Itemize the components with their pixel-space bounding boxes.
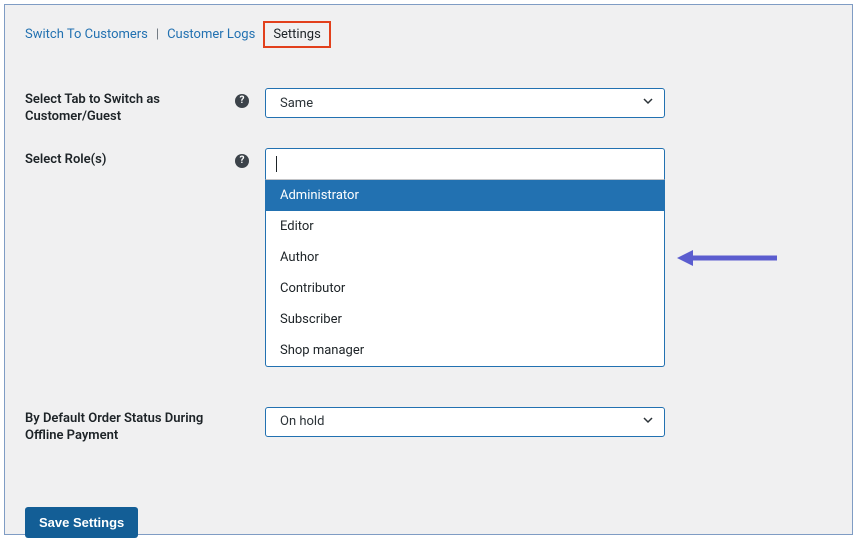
- roles-search-input[interactable]: [265, 148, 665, 180]
- roles-dropdown: Administrator Editor Author Contributor …: [265, 180, 665, 367]
- save-settings-button[interactable]: Save Settings: [25, 507, 138, 538]
- select-tab-switch[interactable]: Same: [265, 88, 665, 118]
- help-icon[interactable]: ?: [235, 154, 249, 168]
- role-option-contributor[interactable]: Contributor: [266, 273, 664, 304]
- row-order-status: By Default Order Status During Offline P…: [25, 407, 832, 445]
- role-option-author[interactable]: Author: [266, 242, 664, 273]
- select-tab-switch-value: Same: [280, 96, 313, 111]
- tab-customer-logs[interactable]: Customer Logs: [167, 27, 255, 42]
- role-option-subscriber[interactable]: Subscriber: [266, 304, 664, 335]
- text-cursor: [276, 156, 277, 172]
- chevron-down-icon: [642, 414, 654, 430]
- row-tab-switch: Select Tab to Switch as Customer/Guest ?…: [25, 88, 832, 126]
- select-order-status-value: On hold: [280, 414, 324, 429]
- arrow-annotation-icon: [677, 248, 777, 268]
- tab-separator: |: [156, 27, 159, 42]
- label-tab-switch: Select Tab to Switch as Customer/Guest: [25, 88, 235, 126]
- role-option-editor[interactable]: Editor: [266, 211, 664, 242]
- tab-switch-customers[interactable]: Switch To Customers: [25, 27, 148, 42]
- tab-nav: Switch To Customers | Customer Logs Sett…: [25, 21, 832, 48]
- chevron-down-icon: [642, 95, 654, 111]
- label-order-status: By Default Order Status During Offline P…: [25, 407, 235, 445]
- tab-settings[interactable]: Settings: [263, 21, 330, 48]
- settings-panel: Switch To Customers | Customer Logs Sett…: [4, 4, 853, 535]
- label-roles: Select Role(s): [25, 148, 235, 169]
- role-option-shop-manager[interactable]: Shop manager: [266, 335, 664, 366]
- role-option-administrator[interactable]: Administrator: [266, 180, 664, 211]
- select-order-status[interactable]: On hold: [265, 407, 665, 437]
- help-icon[interactable]: ?: [235, 94, 249, 108]
